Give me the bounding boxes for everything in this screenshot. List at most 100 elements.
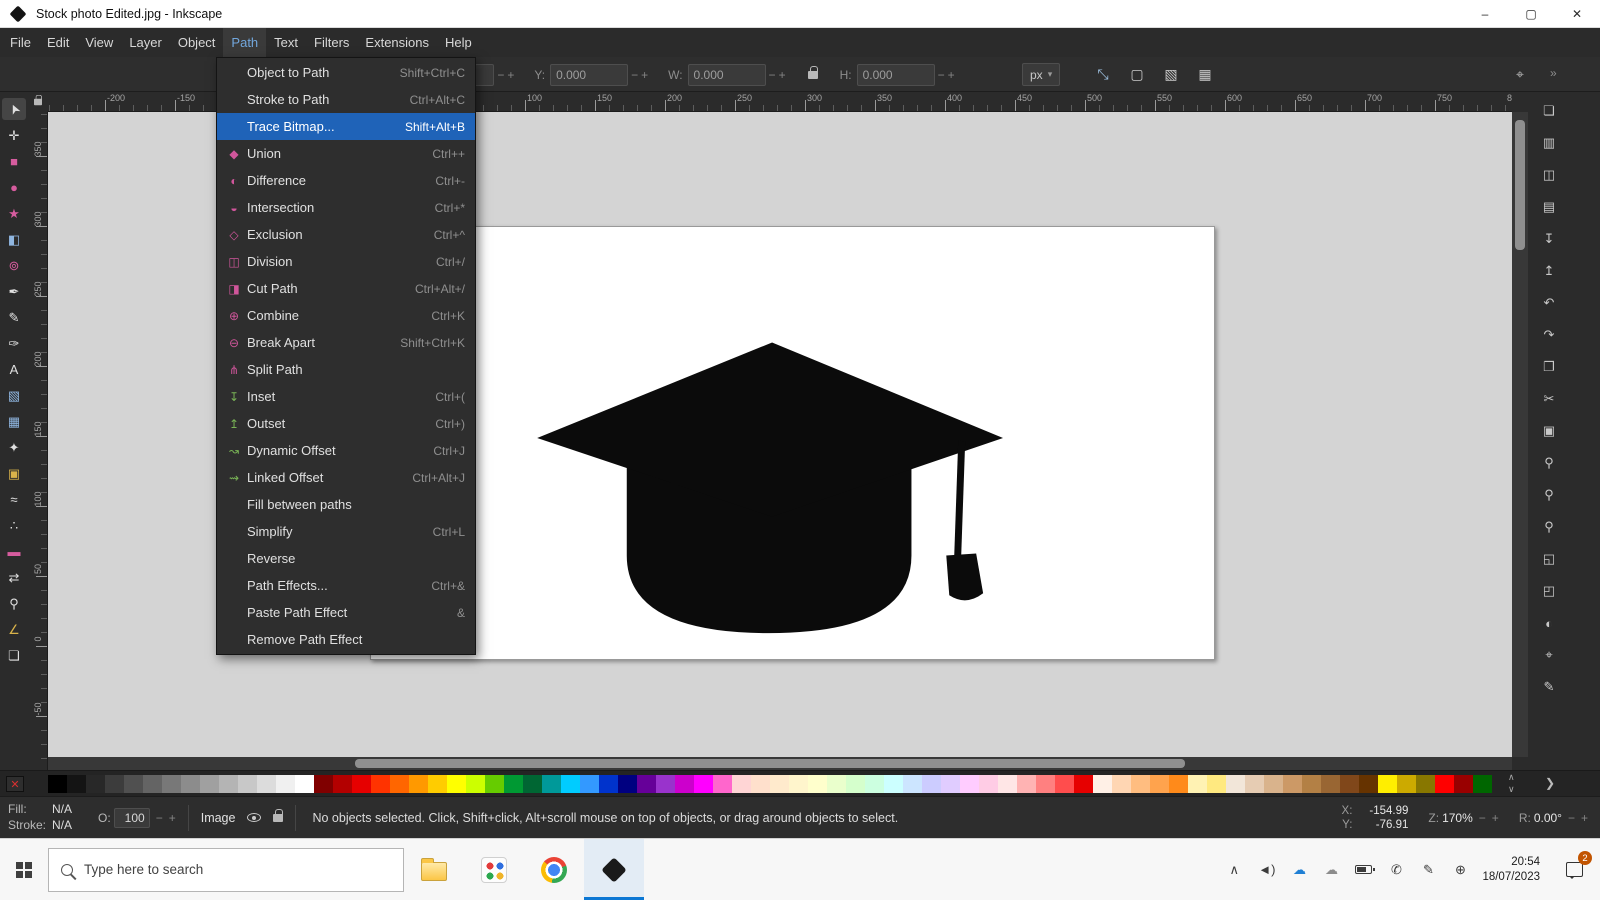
color-swatch[interactable]	[523, 775, 542, 793]
onedrive-personal-icon[interactable]: ☁	[1323, 862, 1339, 878]
import-button[interactable]: ↧	[1537, 228, 1561, 250]
menu-item-paste-path-effect[interactable]: Paste Path Effect&	[217, 599, 475, 626]
menu-item-trace-bitmap[interactable]: Trace Bitmap...Shift+Alt+B	[217, 113, 475, 140]
toolbar-expander-icon[interactable]: »	[1550, 66, 1557, 80]
minimize-button[interactable]: –	[1462, 0, 1508, 27]
zoom-drawing-button[interactable]: ⚲	[1537, 484, 1561, 506]
color-swatch[interactable]	[1112, 775, 1131, 793]
menu-item-path-effects[interactable]: Path Effects...Ctrl+&	[217, 572, 475, 599]
color-swatch[interactable]	[637, 775, 656, 793]
menu-item-fill-between-paths[interactable]: Fill between paths	[217, 491, 475, 518]
menu-item-inset[interactable]: ↧InsetCtrl+(	[217, 383, 475, 410]
color-swatch[interactable]	[390, 775, 409, 793]
color-swatch[interactable]	[903, 775, 922, 793]
color-swatch[interactable]	[1245, 775, 1264, 793]
color-swatch[interactable]	[1454, 775, 1473, 793]
color-swatch[interactable]	[1321, 775, 1340, 793]
layer-visibility-icon[interactable]	[247, 813, 261, 822]
cut-button[interactable]: ✂	[1537, 388, 1561, 410]
menu-edit[interactable]: Edit	[39, 28, 77, 57]
menu-item-reverse[interactable]: Reverse	[217, 545, 475, 572]
undo-button[interactable]: ↶	[1537, 292, 1561, 314]
menu-path[interactable]: Path	[223, 28, 266, 57]
ellipse-tool-button[interactable]: ●	[2, 176, 26, 198]
menu-item-union[interactable]: ◆UnionCtrl++	[217, 140, 475, 167]
color-swatch[interactable]	[713, 775, 732, 793]
opacity-decrement-button[interactable]: −	[156, 811, 163, 825]
color-swatch[interactable]	[1226, 775, 1245, 793]
eraser-tool-button[interactable]: ▬	[2, 540, 26, 562]
field-value[interactable]: 0.000	[550, 64, 628, 86]
color-swatch[interactable]	[941, 775, 960, 793]
menu-layer[interactable]: Layer	[121, 28, 170, 57]
fill-stroke-dialog-button[interactable]: ◐	[1537, 612, 1561, 634]
increment-button[interactable]: +	[779, 68, 786, 82]
color-swatch[interactable]	[808, 775, 827, 793]
menu-item-cut-path[interactable]: ◨Cut PathCtrl+Alt+/	[217, 275, 475, 302]
color-swatch[interactable]	[599, 775, 618, 793]
color-swatch[interactable]	[1473, 775, 1492, 793]
star-tool-button[interactable]: ★	[2, 202, 26, 224]
palette-scroll-up-icon[interactable]: ∧	[1508, 771, 1515, 783]
color-swatch[interactable]	[409, 775, 428, 793]
color-swatch[interactable]	[428, 775, 447, 793]
color-swatch[interactable]	[1074, 775, 1093, 793]
fill-stroke-indicator[interactable]: Fill: N/A Stroke: N/A	[8, 802, 72, 833]
menu-item-linked-offset[interactable]: ⇝Linked OffsetCtrl+Alt+J	[217, 464, 475, 491]
color-swatch[interactable]	[105, 775, 124, 793]
clone-button[interactable]: ◰	[1537, 580, 1561, 602]
selector-tool-button[interactable]: ➤	[2, 98, 26, 120]
xml-editor-button[interactable]: ✎	[1537, 676, 1561, 698]
layer-name[interactable]: Image	[201, 811, 236, 825]
tray-chevron-icon[interactable]: ∧	[1226, 862, 1242, 878]
color-swatch[interactable]	[789, 775, 808, 793]
color-swatch[interactable]	[1093, 775, 1112, 793]
color-swatch[interactable]	[1188, 775, 1207, 793]
save-button[interactable]: ◫	[1537, 164, 1561, 186]
field-value[interactable]: 0.000	[857, 64, 935, 86]
measure-tool-button[interactable]: ∠	[2, 618, 26, 640]
color-swatch[interactable]	[922, 775, 941, 793]
gradient-tool-button[interactable]: ▧	[2, 384, 26, 406]
palette-scroll-down-icon[interactable]: ∨	[1508, 783, 1515, 795]
color-swatch[interactable]	[1416, 775, 1435, 793]
decrement-button[interactable]: −	[938, 68, 945, 82]
connector-tool-button[interactable]: ⇄	[2, 566, 26, 588]
onedrive-icon[interactable]: ☁	[1291, 862, 1307, 878]
lock-ratio-icon[interactable]	[808, 71, 818, 79]
menu-item-dynamic-offset[interactable]: ↝Dynamic OffsetCtrl+J	[217, 437, 475, 464]
zoom-page-button[interactable]: ⚲	[1537, 516, 1561, 538]
horizontal-scrollbar[interactable]	[48, 757, 1512, 770]
ruler-corner[interactable]	[28, 92, 48, 112]
color-swatch[interactable]	[1264, 775, 1283, 793]
spiral-tool-button[interactable]: ⊚	[2, 254, 26, 276]
color-swatch[interactable]	[1302, 775, 1321, 793]
vertical-ruler[interactable]: 350300250200150100500-50	[28, 112, 48, 770]
dots-app-button[interactable]	[464, 839, 524, 900]
color-swatch[interactable]	[884, 775, 903, 793]
color-swatch[interactable]	[751, 775, 770, 793]
print-button[interactable]: ▤	[1537, 196, 1561, 218]
color-swatch[interactable]	[447, 775, 466, 793]
menu-item-remove-path-effect[interactable]: Remove Path Effect	[217, 626, 475, 653]
color-swatch[interactable]	[694, 775, 713, 793]
dropper-tool-button[interactable]: ✦	[2, 436, 26, 458]
field-value[interactable]: 0.000	[688, 64, 766, 86]
zoom-value[interactable]: 170%	[1442, 811, 1473, 825]
color-swatch[interactable]	[371, 775, 390, 793]
file-explorer-button[interactable]	[404, 839, 464, 900]
rotation-value[interactable]: 0.00°	[1534, 811, 1562, 825]
no-color-swatch[interactable]: ✕	[6, 776, 24, 792]
volume-icon[interactable]: ◄)	[1258, 862, 1275, 877]
color-swatch[interactable]	[295, 775, 314, 793]
menu-extensions[interactable]: Extensions	[357, 28, 437, 57]
pencil-tool-button[interactable]: ✎	[2, 306, 26, 328]
close-button[interactable]: ✕	[1554, 0, 1600, 27]
rotation-increment-button[interactable]: +	[1581, 811, 1588, 825]
redo-button[interactable]: ↷	[1537, 324, 1561, 346]
color-swatch[interactable]	[1036, 775, 1055, 793]
vertical-scrollbar[interactable]	[1512, 112, 1528, 757]
color-swatch[interactable]	[846, 775, 865, 793]
color-swatch[interactable]	[124, 775, 143, 793]
scale-gradient-toggle-icon[interactable]: ▧	[1160, 66, 1182, 83]
